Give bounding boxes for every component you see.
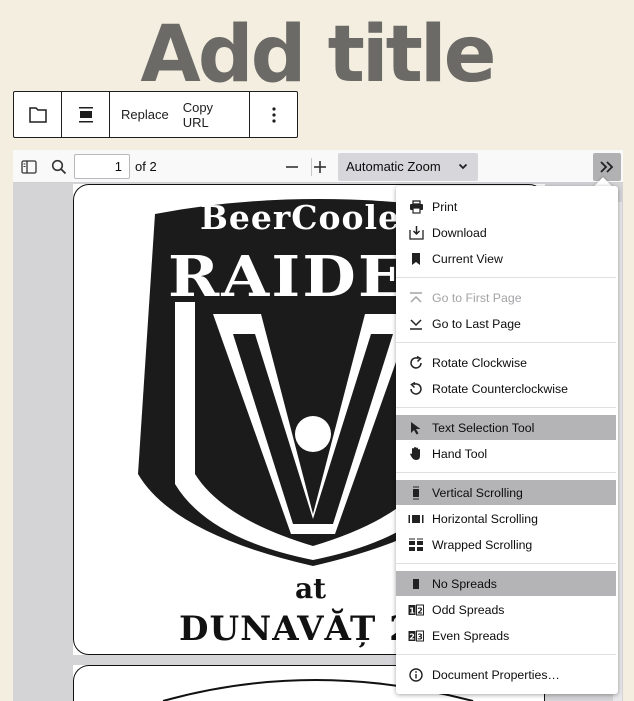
folder-icon[interactable] xyxy=(14,92,61,137)
odd-spreads-icon: 12 xyxy=(408,602,424,618)
pdf-toolbar: 1 of 2 Automatic Zoom xyxy=(13,150,623,183)
zoom-value: Automatic Zoom xyxy=(346,159,441,174)
horizontal-scrolling-icon xyxy=(408,511,424,527)
zoom-out-icon[interactable] xyxy=(279,154,305,180)
replace-button[interactable]: Replace xyxy=(114,107,176,122)
menu-item-wrapped-scrolling[interactable]: Wrapped Scrolling xyxy=(396,532,616,557)
info-icon xyxy=(408,667,424,683)
menu-item-rotate-counterclockwise[interactable]: Rotate Counterclockwise xyxy=(396,376,616,401)
menu-item-label: Hand Tool xyxy=(432,446,488,461)
menu-item-label: Document Properties… xyxy=(432,667,560,682)
menu-divider xyxy=(396,342,616,343)
no-spreads-icon xyxy=(408,576,424,592)
copy-url-button[interactable]: Copy URL xyxy=(176,100,245,130)
menu-item-label: Vertical Scrolling xyxy=(432,485,523,500)
menu-item-current-view[interactable]: Current View xyxy=(396,246,616,271)
page-title[interactable]: Add title xyxy=(0,12,634,98)
vertical-scrolling-icon xyxy=(408,485,424,501)
svg-text:1: 1 xyxy=(409,606,415,615)
document-text-line3: at xyxy=(295,572,327,605)
hand-icon xyxy=(408,446,424,462)
menu-item-print[interactable]: Print xyxy=(396,194,616,219)
page-number-input[interactable]: 1 xyxy=(74,154,130,179)
document-text-line1: BeerCoole xyxy=(200,198,401,237)
first-page-icon xyxy=(408,290,424,306)
menu-item-label: Wrapped Scrolling xyxy=(432,537,533,552)
rotate-counterclockwise-icon xyxy=(408,381,424,397)
menu-item-odd-spreads[interactable]: 12 Odd Spreads xyxy=(396,597,616,622)
menu-item-document-properties[interactable]: Document Properties… xyxy=(396,662,616,687)
menu-item-label: Even Spreads xyxy=(432,628,510,643)
menu-item-download[interactable]: Download xyxy=(396,220,616,245)
menu-item-label: Rotate Counterclockwise xyxy=(432,381,569,396)
menu-divider xyxy=(396,277,616,278)
menu-item-label: Download xyxy=(432,225,487,240)
menu-item-label: Go to Last Page xyxy=(432,316,521,331)
zoom-select[interactable]: Automatic Zoom xyxy=(338,153,478,181)
menu-divider xyxy=(396,654,616,655)
svg-text:3: 3 xyxy=(417,632,423,641)
menu-item-label: Go to First Page xyxy=(432,290,522,305)
menu-item-hand-tool[interactable]: Hand Tool xyxy=(396,441,616,466)
print-icon xyxy=(408,199,424,215)
menu-item-label: Rotate Clockwise xyxy=(432,355,527,370)
zoom-in-icon[interactable] xyxy=(307,154,333,180)
menu-item-last-page[interactable]: Go to Last Page xyxy=(396,311,616,336)
menu-item-rotate-clockwise[interactable]: Rotate Clockwise xyxy=(396,350,616,375)
menu-item-label: Print xyxy=(432,199,458,214)
menu-item-even-spreads[interactable]: 23 Even Spreads xyxy=(396,623,616,648)
page-count-label: of 2 xyxy=(135,159,157,174)
double-chevron-right-icon xyxy=(600,161,614,173)
menu-item-first-page[interactable]: Go to First Page xyxy=(396,285,616,310)
menu-item-label: Text Selection Tool xyxy=(432,420,535,435)
last-page-icon xyxy=(408,316,424,332)
download-icon xyxy=(408,225,424,241)
svg-text:2: 2 xyxy=(409,632,415,641)
menu-item-label: Horizontal Scrolling xyxy=(432,511,538,526)
menu-item-no-spreads[interactable]: No Spreads xyxy=(396,571,616,596)
menu-item-horizontal-scrolling[interactable]: Horizontal Scrolling xyxy=(396,506,616,531)
menu-item-vertical-scrolling[interactable]: Vertical Scrolling xyxy=(396,480,616,505)
menu-divider xyxy=(396,472,616,473)
menu-item-label: No Spreads xyxy=(432,576,497,591)
tools-toggle-button[interactable] xyxy=(593,153,621,181)
secondary-toolbar-menu: Print Download Current View Go to First … xyxy=(396,186,618,694)
menu-item-label: Odd Spreads xyxy=(432,602,505,617)
menu-divider xyxy=(396,563,616,564)
more-options-icon[interactable] xyxy=(250,92,297,137)
cursor-arrow-icon xyxy=(408,420,424,436)
sidebar-toggle-icon[interactable] xyxy=(16,154,42,180)
rotate-clockwise-icon xyxy=(408,355,424,371)
align-icon[interactable] xyxy=(62,92,109,137)
svg-text:2: 2 xyxy=(417,606,423,615)
wrapped-scrolling-icon xyxy=(408,537,424,553)
block-toolbar: Replace Copy URL xyxy=(13,91,298,138)
menu-item-text-selection-tool[interactable]: Text Selection Tool xyxy=(396,415,616,440)
even-spreads-icon: 23 xyxy=(408,628,424,644)
search-icon[interactable] xyxy=(46,154,72,180)
menu-divider xyxy=(396,407,616,408)
menu-item-label: Current View xyxy=(432,251,503,266)
bookmark-icon xyxy=(408,251,424,267)
